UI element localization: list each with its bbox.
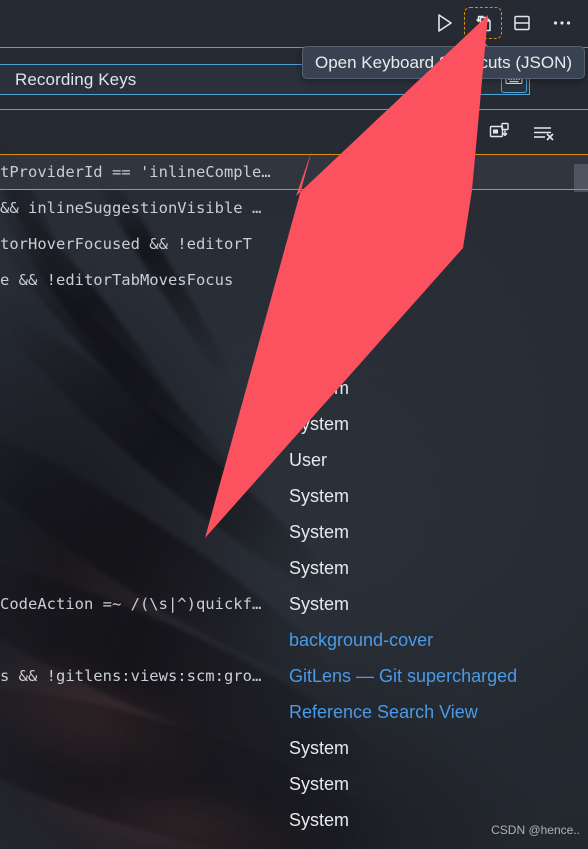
- open-file-arrow-icon: [472, 12, 494, 34]
- cell-source: n: [289, 233, 300, 254]
- table-row[interactable]: System: [0, 370, 588, 406]
- table-row[interactable]: background-cover: [0, 622, 588, 658]
- cell-source: System: [289, 413, 350, 434]
- more-actions-button[interactable]: [542, 6, 582, 40]
- cell-source: System: [289, 557, 350, 578]
- table-row[interactable]: currentProviderId == 'inlineComple…: [0, 154, 588, 190]
- open-keyboard-shortcuts-json-button[interactable]: [464, 7, 502, 39]
- cell-source: System: [289, 737, 350, 758]
- cell-source: System: [289, 485, 350, 506]
- cell-when: bSize && inlineSuggestionVisible …: [0, 199, 262, 217]
- table-row[interactable]: System: [0, 478, 588, 514]
- cell-source: System: [289, 593, 350, 614]
- tooltip: Open Keyboard Shortcuts (JSON): [302, 46, 586, 79]
- cell-source: System: [289, 521, 350, 542]
- table-row[interactable]: portedCodeAction =~ /(\s|^)quickf… System: [0, 586, 588, 622]
- table-row[interactable]: System: [0, 406, 588, 442]
- table-row[interactable]: System: [0, 514, 588, 550]
- cell-source[interactable]: GitLens — Git supercharged: [289, 666, 588, 687]
- table-row[interactable]: System: [0, 766, 588, 802]
- cell-when: portedCodeAction =~ /(\s|^)quickf…: [0, 595, 262, 613]
- cell-when: currentProviderId == 'inlineComple…: [0, 163, 271, 181]
- ellipsis-icon: [550, 12, 574, 34]
- cell-source[interactable]: onine AI: [289, 270, 588, 291]
- table-row[interactable]: verride && !editorTabMovesFocus onine AI: [0, 262, 588, 298]
- cell-source[interactable]: background-cover: [289, 630, 588, 651]
- cell-source[interactable]: Reference Search View: [289, 702, 588, 723]
- table-row[interactable]: lySystem: [0, 298, 588, 334]
- clear-list-icon: [532, 122, 556, 147]
- cell-when: ly: [0, 307, 289, 325]
- cell-when: & !editorHoverFocused && !editorT: [0, 235, 252, 253]
- search-input[interactable]: Recording Keys: [0, 70, 136, 90]
- sort-by-precedence-button[interactable]: [486, 120, 514, 148]
- cell-source: System: [289, 377, 350, 398]
- search-extra-actions: [486, 120, 558, 148]
- split-editor-down-icon: [511, 12, 533, 34]
- table-row[interactable]: & !editorHoverFocused && !editorT n: [0, 226, 588, 262]
- search-row-bottom-border: [0, 109, 588, 110]
- cell-when: ranches && !gitlens:views:scm:gro…: [0, 667, 262, 685]
- table-row[interactable]: System: [0, 334, 588, 370]
- vertical-scrollbar[interactable]: [574, 110, 588, 849]
- play-triangle-icon: [433, 12, 455, 34]
- run-button[interactable]: [424, 6, 464, 40]
- scrollbar-thumb[interactable]: [574, 164, 588, 192]
- table-row[interactable]: Reference Search View: [0, 694, 588, 730]
- sort-precedence-icon: [489, 122, 511, 147]
- cell-when: verride && !editorTabMovesFocus: [0, 271, 234, 289]
- editor-toolbar: [0, 0, 588, 46]
- table-row[interactable]: System: [0, 550, 588, 586]
- watermark: CSDN @hence..: [491, 823, 580, 837]
- cell-source: System: [289, 305, 350, 326]
- table-row[interactable]: System: [0, 730, 588, 766]
- cell-source: User: [289, 449, 328, 470]
- keybindings-table: currentProviderId == 'inlineComple… bSize…: [0, 110, 588, 849]
- table-row[interactable]: bSize && inlineSuggestionVisible …: [0, 190, 588, 226]
- cell-source: System: [289, 341, 350, 362]
- table-row[interactable]: ranches && !gitlens:views:scm:gro… GitLen…: [0, 658, 588, 694]
- split-editor-button[interactable]: [502, 6, 542, 40]
- table-row[interactable]: User: [0, 442, 588, 478]
- clear-keybindings-search-button[interactable]: [530, 120, 558, 148]
- cell-source: System: [289, 773, 350, 794]
- keyboard-shortcuts-editor: Recording Keys Open Keyboard Shortcuts (…: [0, 0, 588, 849]
